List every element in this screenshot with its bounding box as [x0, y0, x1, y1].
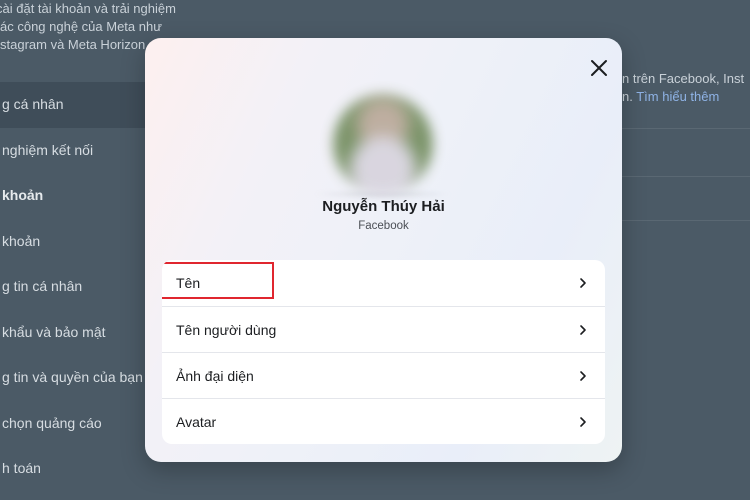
menu-item-label: Ảnh đại diện [176, 367, 254, 384]
menu-item-name[interactable]: Tên [162, 260, 605, 306]
description-line: ác công nghệ của Meta như [0, 19, 162, 34]
close-button[interactable] [585, 54, 613, 82]
right-text-line: n trên Facebook, Inst [622, 71, 745, 86]
sidebar-item-ad-preferences[interactable]: chọn quảng cáo [0, 401, 150, 447]
sidebar-section-account: khoản [0, 173, 150, 219]
chevron-right-icon [580, 324, 586, 335]
divider [622, 176, 750, 177]
sidebar-item-your-information[interactable]: g tin và quyền của bạn [0, 355, 150, 401]
sidebar-item-label: chọn quảng cáo [2, 414, 102, 431]
divider [622, 220, 750, 221]
avatar [333, 94, 433, 194]
profile-name: Nguyễn Thúy Hải [322, 198, 445, 215]
sidebar-item-payments[interactable]: h toán [0, 446, 150, 492]
sidebar-item-personal-details[interactable]: g tin cá nhân [0, 264, 150, 310]
sidebar-item-label: h toán [2, 460, 41, 476]
sidebar-item-label: khoản [2, 232, 41, 249]
profile-options-list: Tên Tên người dùng Ảnh đại diện Avatar [162, 260, 605, 444]
sidebar-item-password-security[interactable]: khẩu và bảo mật [0, 310, 150, 356]
settings-page: cài đặt tài khoản và trải nghiệm ác công… [0, 0, 750, 500]
close-icon [591, 60, 607, 76]
menu-item-label: Tên người dùng [176, 321, 277, 338]
chevron-right-icon [580, 278, 586, 288]
right-panel-text: n trên Facebook, Inst n. Tìm hiểu thêm [622, 70, 750, 106]
menu-item-profile-picture[interactable]: Ảnh đại diện [162, 352, 605, 398]
menu-item-label: Tên [176, 275, 201, 291]
sidebar-item-connected-experiences[interactable]: nghiệm kết nối [0, 128, 150, 174]
menu-item-label: Avatar [176, 413, 217, 430]
sidebar-item-label: khẩu và bảo mật [2, 323, 106, 340]
sidebar-item-label: g tin và quyền của bạn [2, 369, 143, 385]
sidebar-section-label: khoản [2, 187, 44, 203]
menu-item-avatar[interactable]: Avatar [162, 398, 605, 444]
chevron-right-icon [580, 416, 586, 427]
sidebar-item-accounts[interactable]: khoản [0, 219, 150, 265]
sidebar-item-label: nghiệm kết nối [2, 141, 94, 158]
sidebar-item-profiles[interactable]: g cá nhân [0, 82, 150, 128]
profile-modal: Nguyễn Thúy Hải Facebook Tên Tên người d… [145, 38, 622, 462]
sidebar-item-label: g cá nhân [2, 96, 64, 112]
divider [622, 128, 750, 129]
menu-item-username[interactable]: Tên người dùng [162, 306, 605, 352]
right-text-line: n. [622, 89, 633, 104]
profile-platform: Facebook [358, 220, 409, 232]
learn-more-link[interactable]: Tìm hiểu thêm [636, 89, 719, 104]
settings-sidebar: g cá nhân nghiệm kết nối khoản khoản g t… [0, 82, 150, 492]
sidebar-item-label: g tin cá nhân [2, 278, 83, 294]
chevron-right-icon [580, 370, 586, 381]
description-line: cài đặt tài khoản và trải nghiệm [0, 1, 176, 16]
